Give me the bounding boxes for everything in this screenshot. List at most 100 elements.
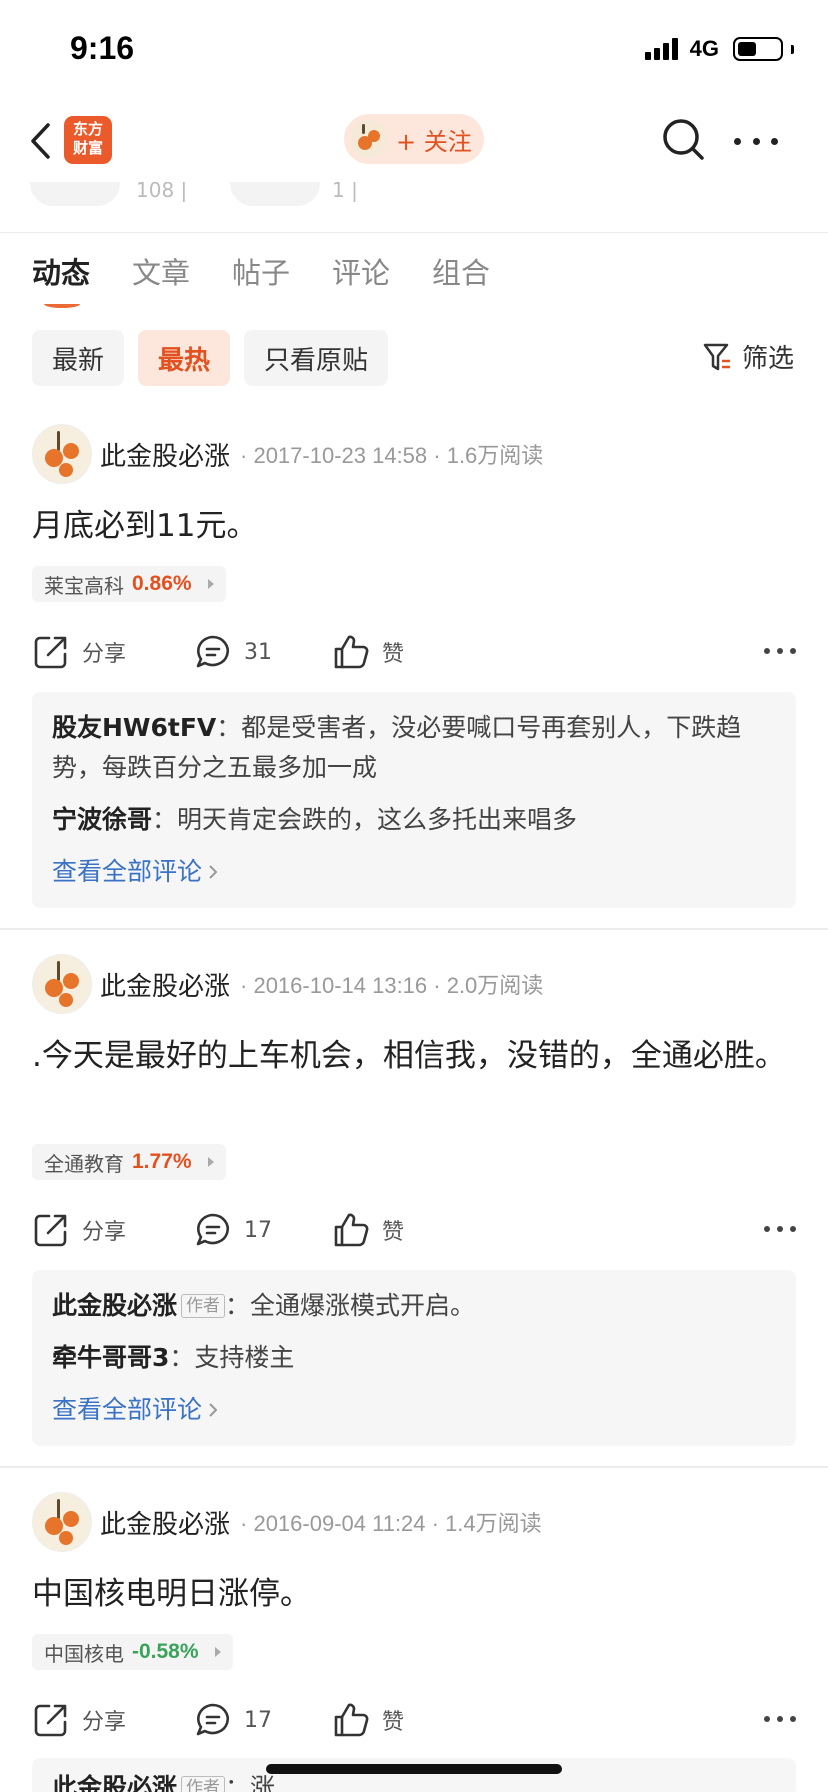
post-meta: · 2017-10-23 14:58 · 1.6万阅读	[240, 443, 544, 468]
stock-tag[interactable]: 全通教育 1.77%	[32, 1144, 226, 1180]
status-indicators: 4G	[644, 36, 794, 62]
sort-filters: 最新 最热 只看原贴	[32, 330, 389, 386]
post-content[interactable]: .今天是最好的上车机会，相信我，没错的，全通必胜。	[32, 1032, 796, 1080]
commenter-name[interactable]: 宁波徐哥	[52, 805, 152, 834]
commenter-name[interactable]: 牵牛哥哥3	[52, 1343, 169, 1372]
filter-latest[interactable]: 最新	[32, 330, 125, 386]
search-icon	[663, 119, 704, 160]
post-content[interactable]: 中国核电明日涨停。	[32, 1570, 796, 1618]
status-time: 9:16	[70, 30, 135, 66]
signal-icon	[644, 38, 678, 60]
author-name[interactable]: 此金股必涨	[100, 966, 230, 1003]
stock-change: -0.58%	[132, 1640, 199, 1663]
follow-button[interactable]: + 关注	[344, 114, 484, 164]
stock-tag[interactable]: 中国核电 -0.58%	[32, 1634, 233, 1670]
like-label: 赞	[382, 1710, 405, 1735]
comment-count: 17	[244, 1217, 272, 1243]
like-button[interactable]: 赞	[332, 626, 404, 678]
stock-tag[interactable]: 莱宝高科 0.86%	[32, 566, 226, 602]
comment-count: 31	[244, 639, 272, 665]
comment-button[interactable]: 31	[194, 626, 272, 678]
post-content[interactable]: 月底必到11元。	[32, 502, 796, 550]
more-button[interactable]	[764, 1716, 796, 1722]
filter-original-only[interactable]: 只看原贴	[244, 330, 389, 386]
comment-icon	[196, 1703, 229, 1736]
search-button[interactable]	[660, 116, 708, 164]
back-button[interactable]	[22, 117, 58, 165]
like-label: 赞	[382, 642, 405, 667]
view-all-label: 查看全部评论	[52, 857, 203, 886]
avatar[interactable]	[32, 424, 92, 484]
post-actions: 分享 17 赞	[32, 1204, 796, 1256]
like-button[interactable]: 赞	[332, 1694, 404, 1746]
share-button[interactable]: 分享	[32, 626, 126, 678]
comment-icon	[196, 1213, 229, 1246]
filter-hot[interactable]: 最热	[138, 330, 231, 386]
tab-label: 组合	[432, 256, 491, 290]
commenter-name[interactable]: 此金股必涨	[52, 1291, 177, 1320]
filter-icon	[703, 343, 730, 370]
logo-line-2: 财富	[72, 139, 103, 157]
tab-articles[interactable]: 文章	[132, 250, 232, 292]
view-all-comments-link[interactable]: 查看全部评论	[52, 1390, 776, 1430]
divider	[0, 928, 828, 930]
comment-preview: 股友HW6tFV：都是受害者，没必要喊口号再套别人，下跌趋势，每跌百分之五最多加…	[32, 692, 796, 908]
stock-change: 0.86%	[132, 572, 192, 595]
avatar[interactable]	[32, 1492, 92, 1552]
tab-posts[interactable]: 帖子	[232, 250, 332, 292]
share-button[interactable]: 分享	[32, 1694, 126, 1746]
comment-text: 涨	[250, 1773, 276, 1792]
stock-name: 中国核电	[44, 1641, 124, 1666]
post-actions: 分享 17 赞	[32, 1694, 796, 1746]
tab-dynamic[interactable]: 动态	[32, 250, 132, 308]
comment-sep: ：	[152, 805, 178, 834]
share-icon	[34, 636, 67, 669]
comment-button[interactable]: 17	[194, 1694, 272, 1746]
view-all-comments-link[interactable]: 查看全部评论	[52, 852, 776, 892]
author-name[interactable]: 此金股必涨	[100, 436, 230, 473]
commenter-name[interactable]: 此金股必涨	[52, 1773, 177, 1792]
share-button[interactable]: 分享	[32, 1204, 126, 1256]
share-icon	[34, 1214, 67, 1247]
author-name[interactable]: 此金股必涨	[100, 1504, 230, 1541]
stock-name: 莱宝高科	[44, 573, 124, 598]
tab-active-indicator	[44, 300, 80, 308]
profile-stats-peek: 108 | 1 |	[0, 182, 828, 232]
post-header: 此金股必涨 · 2016-10-14 13:16 · 2.0万阅读	[32, 954, 543, 1014]
home-indicator[interactable]	[266, 1764, 562, 1774]
author-badge: 作者	[181, 1776, 226, 1792]
like-button[interactable]: 赞	[332, 1204, 404, 1256]
chevron-left-icon	[31, 123, 50, 159]
avatar[interactable]	[32, 954, 92, 1014]
comment-item[interactable]: 宁波徐哥：明天肯定会跌的，这么多托出来唱多	[52, 800, 776, 840]
dot-icon	[752, 137, 760, 145]
stat-text: 1 |	[332, 182, 358, 202]
tab-label: 动态	[32, 256, 91, 290]
commenter-name[interactable]: 股友HW6tFV	[52, 713, 216, 742]
app-logo: 东方 财富	[64, 116, 112, 164]
nav-bar: 东方 财富 + 关注	[0, 100, 828, 182]
comment-sep: ：	[169, 1343, 195, 1372]
comment-item[interactable]: 此金股必涨 作者 ：全通爆涨模式开启。	[52, 1286, 776, 1326]
stat-pill	[30, 182, 120, 206]
share-label: 分享	[82, 642, 127, 667]
tab-portfolio[interactable]: 组合	[432, 250, 532, 292]
comment-item[interactable]: 股友HW6tFV：都是受害者，没必要喊口号再套别人，下跌趋势，每跌百分之五最多加…	[52, 708, 776, 788]
comment-sep: ：	[225, 1291, 251, 1320]
filter-label: 筛选	[741, 344, 794, 374]
comment-count: 17	[244, 1707, 272, 1733]
filter-button[interactable]: 筛选	[702, 338, 794, 375]
share-icon	[34, 1704, 67, 1737]
comment-icon	[196, 635, 229, 668]
more-button[interactable]	[764, 648, 796, 654]
comment-button[interactable]: 17	[194, 1204, 272, 1256]
tab-bar: 动态 文章 帖子 评论 组合	[32, 250, 532, 308]
battery-icon	[733, 37, 783, 61]
tab-comments[interactable]: 评论	[332, 250, 432, 292]
like-label: 赞	[382, 1220, 405, 1245]
comment-item[interactable]: 牵牛哥哥3：支持楼主	[52, 1338, 776, 1378]
more-button[interactable]	[764, 1226, 796, 1232]
author-badge: 作者	[181, 1294, 226, 1318]
tab-label: 帖子	[232, 256, 291, 290]
more-button[interactable]	[734, 128, 778, 154]
